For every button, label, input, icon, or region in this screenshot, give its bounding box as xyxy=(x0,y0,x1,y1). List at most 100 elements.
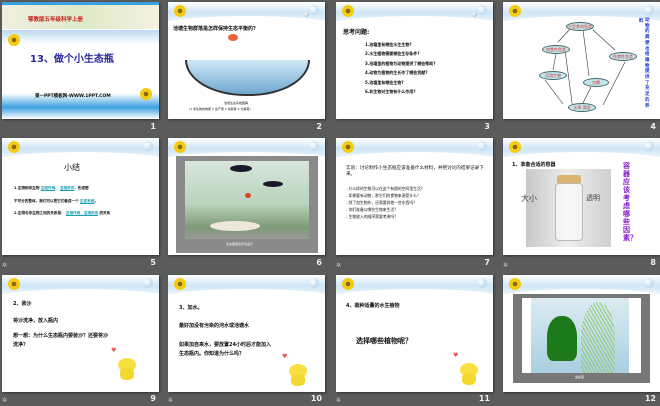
bubble-icon xyxy=(143,141,153,151)
side-text-end: 料 xyxy=(639,19,644,24)
slide-thumbnail-12[interactable]: 金鱼藻 xyxy=(503,275,660,392)
band xyxy=(2,30,159,44)
food-web-node: 杂食性鱼类 xyxy=(609,52,637,61)
food-web-node: 肉食性鱼类 xyxy=(542,45,570,54)
bullet-item: - 生物放入的顺序需要考虑吗？ xyxy=(346,214,398,220)
photo-caption: 金鱼藻 xyxy=(575,375,585,379)
text: 不可分的整体，我们可以把它们看成一个 xyxy=(14,199,79,203)
flower-icon xyxy=(8,141,20,153)
photo-frame: 金鱼藻 xyxy=(513,294,650,383)
slide-number: 5 xyxy=(150,258,156,267)
food-web-arrows xyxy=(544,27,626,111)
fish xyxy=(245,193,251,198)
animation-icon[interactable]: ✲ xyxy=(336,262,341,269)
slide-number: 4 xyxy=(650,122,656,131)
question-item: 6.非生物对生物有什么作用? xyxy=(365,89,416,94)
food-web-node: 浮游生物 xyxy=(539,71,567,80)
photo-frame: 生态瓶里的环境设计 xyxy=(176,156,318,253)
slide-thumbnail-3[interactable]: 思考问题: 1.池塘里有哪些水生生物? 2.水生植物需要哪些生存条件? 3.池塘… xyxy=(336,2,493,119)
bubble-icon xyxy=(472,12,477,17)
diagram-caption: 池塘生态系统图解 xyxy=(224,101,249,105)
flower-icon xyxy=(342,278,354,290)
header-wave xyxy=(336,275,493,309)
question-text: 选择哪些植物呢？ xyxy=(356,337,412,345)
slide-number: 11 xyxy=(478,394,490,403)
flower-icon xyxy=(8,34,20,46)
text-line: 洗净？ xyxy=(13,342,29,348)
slide-number: 7 xyxy=(484,258,490,267)
slide-number: 9 xyxy=(150,394,156,403)
heart-icon: ♥ xyxy=(282,353,288,360)
text: 。 xyxy=(94,199,98,203)
slide-thumbnail-11[interactable]: 4、栽种适量的水生植物 选择哪些植物呢？ ♥ xyxy=(336,275,493,392)
publisher-text: 鄂教版五年级科学上册 xyxy=(28,17,84,23)
heart-icon: ♥ xyxy=(111,347,117,354)
slide-thumbnail-8[interactable]: 1、准备合适的容器 大小 透明 容器应该考虑哪些因素？ xyxy=(503,138,660,255)
text: 2.生物与非生物之间的关系是： xyxy=(14,211,65,215)
question-item: 4.动物为植物的生长作了哪些贡献? xyxy=(365,70,428,75)
pikachu-image: ♥ xyxy=(453,352,481,386)
text-line: 最好加没有污染的河水或池塘水 xyxy=(179,323,250,329)
food-web-node: 水草 藻类 xyxy=(568,103,596,112)
photo-caption: 生态瓶里的环境设计 xyxy=(226,242,254,246)
bullet-item: - 如果要有动物，那它们的食物来源是什么？ xyxy=(346,193,421,199)
slide-heading: 小结 xyxy=(64,163,80,172)
bubble-icon xyxy=(477,278,487,288)
bubble-icon xyxy=(309,141,319,151)
heart-icon: ♥ xyxy=(453,352,459,359)
bullet-text: 生物放入的顺序需要考虑吗？ xyxy=(348,214,398,219)
slide-thumbnail-6[interactable]: 生态瓶里的环境设计 xyxy=(168,138,325,255)
bullet-text: 什么样的生物可以在这个有限的空间里生活？ xyxy=(348,186,425,191)
slide-thumbnail-9[interactable]: 2、装沙 将沙洗净，放入瓶内 想一想：为什么生态瓶内要装沙？还要将沙 洗净？ ♥ xyxy=(2,275,159,392)
slide-thumbnail-4[interactable]: 大型食肉鱼类 肉食性鱼类 杂食性鱼类 浮游生物 虫螺 水草 藻类 料 动物的粪便… xyxy=(503,2,660,119)
bullet-item: - 你们准备以哪些生物来生活？ xyxy=(346,207,398,213)
slide-number: 1 xyxy=(150,122,156,131)
fish xyxy=(263,181,283,187)
photo-mat xyxy=(522,298,641,373)
slide-thumbnail-5[interactable]: 小结 1.生物和非生物 互相作用、 互相依存，形成密 不可分的整体，我们可以把它… xyxy=(2,138,159,255)
slide-number: 12 xyxy=(644,394,656,403)
animation-icon[interactable]: ✲ xyxy=(503,262,508,269)
question-item: 5.池塘里有哪些生物? xyxy=(365,80,404,85)
slide-thumbnail-7[interactable]: 实验：讨论制作小生态瓶应该准备什么材料，并把讨论的结果记录下来。 - 什么样的生… xyxy=(336,138,493,255)
question-item: 3.池塘里的植物为动物提供了哪些帮助? xyxy=(365,61,436,66)
slide-heading: 思考问题: xyxy=(343,29,370,36)
plant-photo xyxy=(531,298,629,373)
slide-heading: 2、装沙 xyxy=(13,301,32,307)
answer-blank: 互相作用 xyxy=(40,186,56,190)
slide-title: 13、做个小生态瓶 xyxy=(30,54,114,65)
aquarium-photo xyxy=(185,161,309,239)
animation-icon[interactable]: ✲ xyxy=(2,262,7,269)
flower-icon xyxy=(509,278,521,290)
answer-blank: 互相依存 xyxy=(59,186,75,190)
flower-icon xyxy=(174,5,186,17)
slide-thumbnail-10[interactable]: 3、加水。 最好加没有污染的河水或池塘水 如果加自来水，要放置24小时后才能加入… xyxy=(168,275,325,392)
flower-icon xyxy=(342,141,354,153)
plant-dark xyxy=(547,316,577,361)
animation-icon[interactable]: ✲ xyxy=(2,397,7,404)
pond-diagram xyxy=(185,60,310,96)
animation-icon[interactable]: ✲ xyxy=(336,397,341,404)
bubble-icon xyxy=(477,141,487,151)
text-line: 将沙洗净，放入瓶内 xyxy=(13,318,59,324)
header-wave xyxy=(336,138,493,172)
food-web-node: 虫螺 xyxy=(583,78,609,87)
fish xyxy=(230,165,252,172)
slide-heading: 3、加水。 xyxy=(179,305,203,311)
bubble-icon xyxy=(644,278,654,288)
flower-icon xyxy=(140,88,152,100)
text: 1.生物和非生物 xyxy=(14,186,40,190)
flower-icon xyxy=(8,278,20,290)
text: ，形成密 xyxy=(74,186,89,190)
bullet-text: 你们准备以哪些生物来生活？ xyxy=(348,207,398,212)
header-wave xyxy=(2,275,159,309)
bubble-icon xyxy=(304,12,309,17)
slide-number: 10 xyxy=(310,394,322,403)
sun-icon xyxy=(228,34,238,41)
slide-number: 8 xyxy=(650,258,656,267)
slide-thumbnail-2[interactable]: 池塘生物群落是怎样保持生态平衡的? 池塘生态系统图解 (1 非生物的物质 2 生… xyxy=(168,2,325,119)
animation-icon[interactable]: ✲ xyxy=(168,397,173,404)
label-transparent: 透明 xyxy=(586,194,600,202)
slide-thumbnail-1[interactable]: 鄂教版五年级科学上册 13、做个小生态瓶 第一PPT模板网-WWW.1PPT.C… xyxy=(2,2,159,119)
header-wave xyxy=(168,275,325,309)
